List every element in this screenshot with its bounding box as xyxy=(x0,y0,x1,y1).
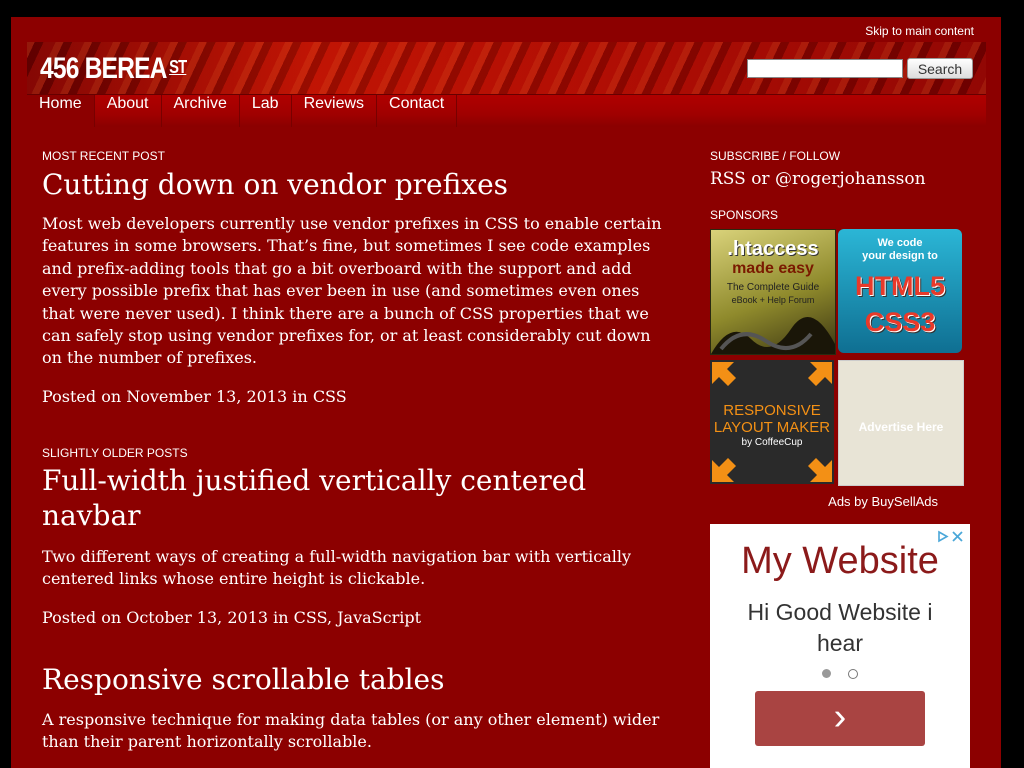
post-meta: Posted on November 13, 2013 in CSS xyxy=(42,386,672,408)
ad-html5[interactable]: We code your design to HTML5 CSS3 xyxy=(838,229,962,353)
ad-layout-line2: LAYOUT MAKER xyxy=(713,419,831,436)
ad-html5-line2: your design to xyxy=(862,250,938,262)
advertise-here-text: Advertise Here xyxy=(858,420,944,434)
nav-item-about[interactable]: About xyxy=(95,95,162,127)
widget-subtitle: Hi Good Website i hear xyxy=(747,599,933,656)
post-excerpt: Most web developers currently use vendor… xyxy=(42,214,662,368)
category-link-javascript[interactable]: JavaScript xyxy=(337,608,421,627)
logo-sup: ST xyxy=(169,57,187,77)
category-link-css[interactable]: CSS xyxy=(313,387,347,406)
category-separator: , xyxy=(326,607,338,627)
ad-html5-line1: We code xyxy=(877,237,923,249)
most-recent-post: MOST RECENT POST Cutting down on vendor … xyxy=(42,149,672,408)
nav-item-lab[interactable]: Lab xyxy=(240,95,292,127)
ad-htaccess-line3: The Complete Guide xyxy=(726,282,820,293)
carousel-dot-active[interactable] xyxy=(822,669,831,678)
widget-next-button[interactable]: › xyxy=(755,691,925,746)
older-posts: SLIGHTLY OLDER POSTS Full-width justifie… xyxy=(42,446,672,754)
nav-item-reviews[interactable]: Reviews xyxy=(292,95,378,127)
category-link-css[interactable]: CSS xyxy=(294,608,327,627)
post-date: Posted on October 13, 2013 in xyxy=(42,607,294,627)
ad-layout-line3: by CoffeeCup xyxy=(741,437,803,448)
ad-htaccess-art xyxy=(711,317,835,354)
logo-text: 456 BEREA xyxy=(40,52,167,85)
ad-layout-line1: RESPONSIVE xyxy=(723,402,821,419)
nav-item-home[interactable]: Home xyxy=(27,95,95,127)
widget-title: My Website xyxy=(741,540,939,582)
nav-item-archive[interactable]: Archive xyxy=(162,95,240,127)
section-label-most-recent: MOST RECENT POST xyxy=(42,149,165,163)
ad-htaccess-line4: eBook + Help Forum xyxy=(731,295,815,305)
post-meta: Posted on October 13, 2013 in CSS, JavaS… xyxy=(42,607,672,629)
post-date: Posted on November 13, 2013 in xyxy=(42,386,313,406)
post-excerpt: A responsive technique for making data t… xyxy=(42,709,660,752)
ad-htaccess-line1: .htaccess xyxy=(727,238,819,260)
ad-html5-line3: HTML5 xyxy=(855,271,945,301)
post-title-link[interactable]: Full-width justified vertically centered… xyxy=(42,463,672,533)
section-label-older-posts: SLIGHTLY OLDER POSTS xyxy=(42,446,188,460)
page: Skip to main content 456 BEREA ST Search … xyxy=(11,17,1001,768)
site-logo[interactable]: 456 BEREA ST xyxy=(40,52,187,85)
chevron-right-icon: › xyxy=(833,696,847,738)
post-title-link[interactable]: Responsive scrollable tables xyxy=(42,662,672,697)
ad-html5-line4: CSS3 xyxy=(864,307,936,337)
website-widget: My Website Hi Good Website i hear › xyxy=(710,524,970,768)
ad-responsive-layout-maker[interactable]: RESPONSIVE LAYOUT MAKER by CoffeeCup xyxy=(710,360,834,484)
post-excerpt: Two different ways of creating a full-wi… xyxy=(42,547,631,589)
ad-htaccess-line2: made easy xyxy=(732,260,814,277)
nav-item-contact[interactable]: Contact xyxy=(377,95,458,127)
ad-advertise-here[interactable]: Advertise Here xyxy=(838,360,964,486)
ads-by-buysellads-link[interactable]: Ads by BuySellAds xyxy=(828,494,938,509)
carousel-dot[interactable] xyxy=(848,669,858,679)
ad-htaccess[interactable]: .htaccess made easy The Complete Guide e… xyxy=(710,229,836,355)
post-title-link[interactable]: Cutting down on vendor prefixes xyxy=(42,167,672,202)
